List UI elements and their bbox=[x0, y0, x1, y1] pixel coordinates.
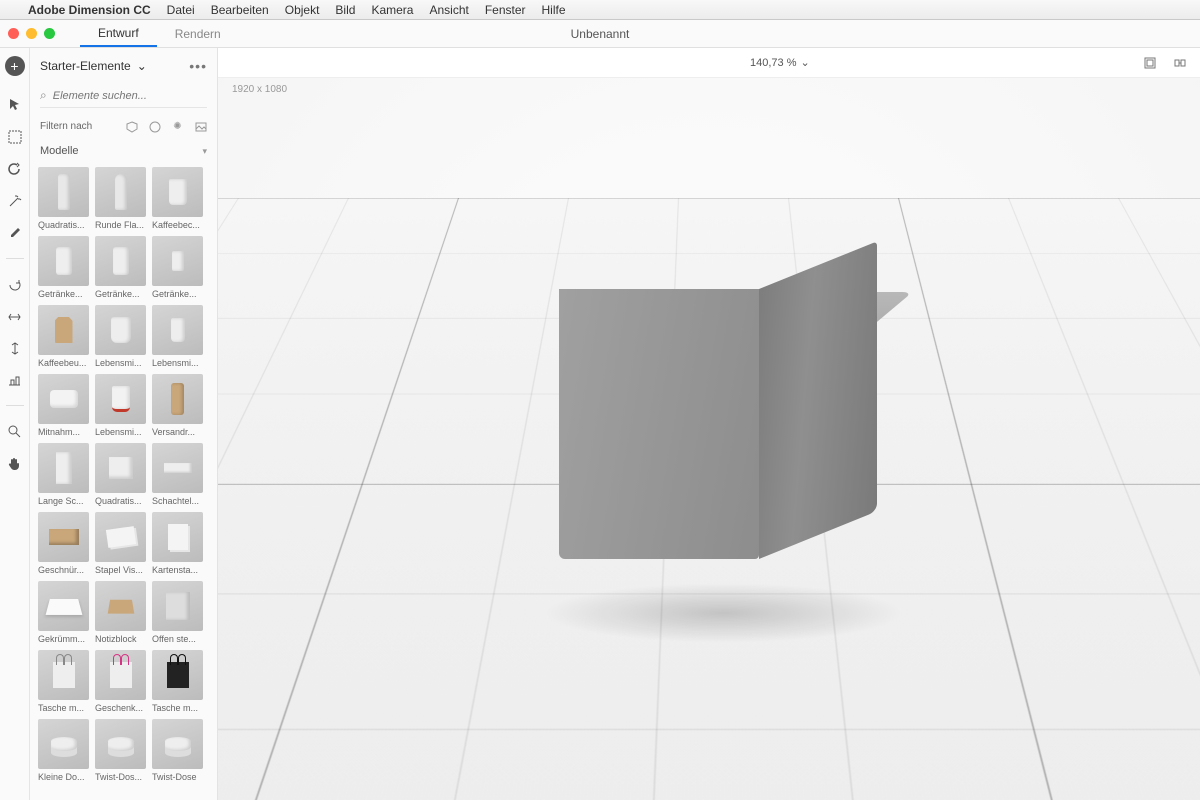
menu-hilfe[interactable]: Hilfe bbox=[542, 3, 566, 17]
tab-entwurf[interactable]: Entwurf bbox=[80, 20, 157, 47]
asset-item[interactable]: Tasche m... bbox=[38, 650, 89, 713]
asset-item[interactable]: Getränke... bbox=[38, 236, 89, 299]
canvas-area: 140,73 % ⌄ 1920 x 1080 bbox=[218, 48, 1200, 800]
canvas-dimensions: 1920 x 1080 bbox=[232, 84, 287, 95]
menu-bearbeiten[interactable]: Bearbeiten bbox=[211, 3, 269, 17]
magic-wand-tool-icon[interactable] bbox=[6, 192, 24, 210]
tool-rail: + bbox=[0, 48, 30, 800]
titlebar: Entwurf Rendern Unbenannt bbox=[0, 20, 1200, 48]
app-window: Entwurf Rendern Unbenannt + S bbox=[0, 20, 1200, 800]
asset-item[interactable]: Geschnür... bbox=[38, 512, 89, 575]
asset-item[interactable]: Lebensmi... bbox=[95, 374, 146, 437]
asset-item[interactable]: Runde Fla... bbox=[95, 167, 146, 230]
filter-images-icon[interactable] bbox=[194, 120, 207, 133]
tool-divider bbox=[6, 258, 24, 259]
asset-item[interactable]: Kaffeebeu... bbox=[38, 305, 89, 368]
asset-item[interactable]: Geschenk... bbox=[95, 650, 146, 713]
tool-divider bbox=[6, 405, 24, 406]
chevron-down-icon: ▾ bbox=[202, 146, 207, 157]
assets-panel: Starter-Elemente ⌄ ••• ⌕ Filtern nach ✺ bbox=[30, 48, 218, 800]
bounds-toggle-icon[interactable] bbox=[1142, 55, 1158, 71]
eyedropper-tool-icon[interactable] bbox=[6, 224, 24, 242]
move-vertical-tool-icon[interactable] bbox=[6, 339, 24, 357]
zoom-tool-icon[interactable] bbox=[6, 422, 24, 440]
asset-item[interactable]: Quadratis... bbox=[38, 167, 89, 230]
asset-item[interactable]: Lange Sc... bbox=[38, 443, 89, 506]
asset-item[interactable]: Twist-Dose bbox=[152, 719, 203, 782]
search-input[interactable] bbox=[53, 90, 207, 102]
asset-item[interactable]: Notizblock bbox=[95, 581, 146, 644]
search-icon: ⌕ bbox=[40, 88, 47, 103]
asset-item[interactable]: Offen ste... bbox=[152, 581, 203, 644]
hand-tool-icon[interactable] bbox=[6, 454, 24, 472]
asset-item[interactable]: Kaffeebec... bbox=[152, 167, 203, 230]
menu-fenster[interactable]: Fenster bbox=[485, 3, 526, 17]
zoom-value: 140,73 % bbox=[750, 57, 796, 69]
object-shadow bbox=[543, 583, 903, 643]
maximize-window-button[interactable] bbox=[44, 28, 55, 39]
add-button[interactable]: + bbox=[5, 56, 25, 76]
assets-dropdown-label: Starter-Elemente bbox=[40, 59, 131, 73]
category-header[interactable]: Modelle ▾ bbox=[30, 139, 217, 163]
close-window-button[interactable] bbox=[8, 28, 19, 39]
asset-item[interactable]: Kartensta... bbox=[152, 512, 203, 575]
category-label: Modelle bbox=[40, 145, 79, 157]
asset-item[interactable]: Twist-Dos... bbox=[95, 719, 146, 782]
asset-item[interactable]: Kleine Do... bbox=[38, 719, 89, 782]
asset-grid: Quadratis... Runde Fla... Kaffeebec... G… bbox=[30, 163, 217, 800]
asset-item[interactable]: Quadratis... bbox=[95, 443, 146, 506]
mac-menubar: Adobe Dimension CC Datei Bearbeiten Obje… bbox=[0, 0, 1200, 20]
menu-datei[interactable]: Datei bbox=[167, 3, 195, 17]
app-name[interactable]: Adobe Dimension CC bbox=[28, 3, 151, 17]
select-tool-icon[interactable] bbox=[6, 96, 24, 114]
align-tool-icon[interactable] bbox=[6, 371, 24, 389]
asset-item[interactable]: Lebensmi... bbox=[95, 305, 146, 368]
minimize-window-button[interactable] bbox=[26, 28, 37, 39]
asset-item[interactable]: Lebensmi... bbox=[152, 305, 203, 368]
zoom-dropdown[interactable]: 140,73 % ⌄ bbox=[750, 56, 810, 69]
asset-item[interactable]: Versandr... bbox=[152, 374, 203, 437]
menu-bild[interactable]: Bild bbox=[335, 3, 355, 17]
assets-dropdown[interactable]: Starter-Elemente ⌄ bbox=[40, 59, 147, 73]
chevron-down-icon: ⌄ bbox=[800, 56, 809, 69]
assets-more-icon[interactable]: ••• bbox=[189, 58, 207, 74]
asset-item[interactable]: Schachtel... bbox=[152, 443, 203, 506]
tab-rendern[interactable]: Rendern bbox=[157, 20, 239, 47]
canvas-topbar: 140,73 % ⌄ bbox=[218, 48, 1200, 78]
asset-item[interactable]: Getränke... bbox=[95, 236, 146, 299]
menu-kamera[interactable]: Kamera bbox=[371, 3, 413, 17]
chevron-down-icon: ⌄ bbox=[137, 59, 147, 73]
snap-toggle-icon[interactable] bbox=[1172, 55, 1188, 71]
traffic-lights bbox=[8, 28, 55, 39]
filter-models-icon[interactable] bbox=[125, 120, 138, 133]
viewport[interactable]: 1920 x 1080 bbox=[218, 78, 1200, 800]
rotate-tool-icon[interactable] bbox=[6, 275, 24, 293]
move-horizontal-tool-icon[interactable] bbox=[6, 307, 24, 325]
asset-item[interactable]: Mitnahm... bbox=[38, 374, 89, 437]
asset-item[interactable]: Stapel Vis... bbox=[95, 512, 146, 575]
cube-object[interactable] bbox=[559, 275, 859, 575]
orbit-tool-icon[interactable] bbox=[6, 160, 24, 178]
asset-item[interactable]: Tasche m... bbox=[152, 650, 203, 713]
menu-objekt[interactable]: Objekt bbox=[285, 3, 320, 17]
marquee-tool-icon[interactable] bbox=[6, 128, 24, 146]
asset-item[interactable]: Getränke... bbox=[152, 236, 203, 299]
filter-lights-icon[interactable]: ✺ bbox=[171, 120, 184, 133]
filter-materials-icon[interactable] bbox=[148, 120, 161, 133]
document-title: Unbenannt bbox=[571, 27, 630, 41]
asset-item[interactable]: Gekrümm... bbox=[38, 581, 89, 644]
mode-tabs: Entwurf Rendern bbox=[80, 20, 239, 47]
filter-label: Filtern nach bbox=[40, 121, 92, 132]
search-box[interactable]: ⌕ bbox=[40, 84, 207, 108]
menu-ansicht[interactable]: Ansicht bbox=[429, 3, 468, 17]
